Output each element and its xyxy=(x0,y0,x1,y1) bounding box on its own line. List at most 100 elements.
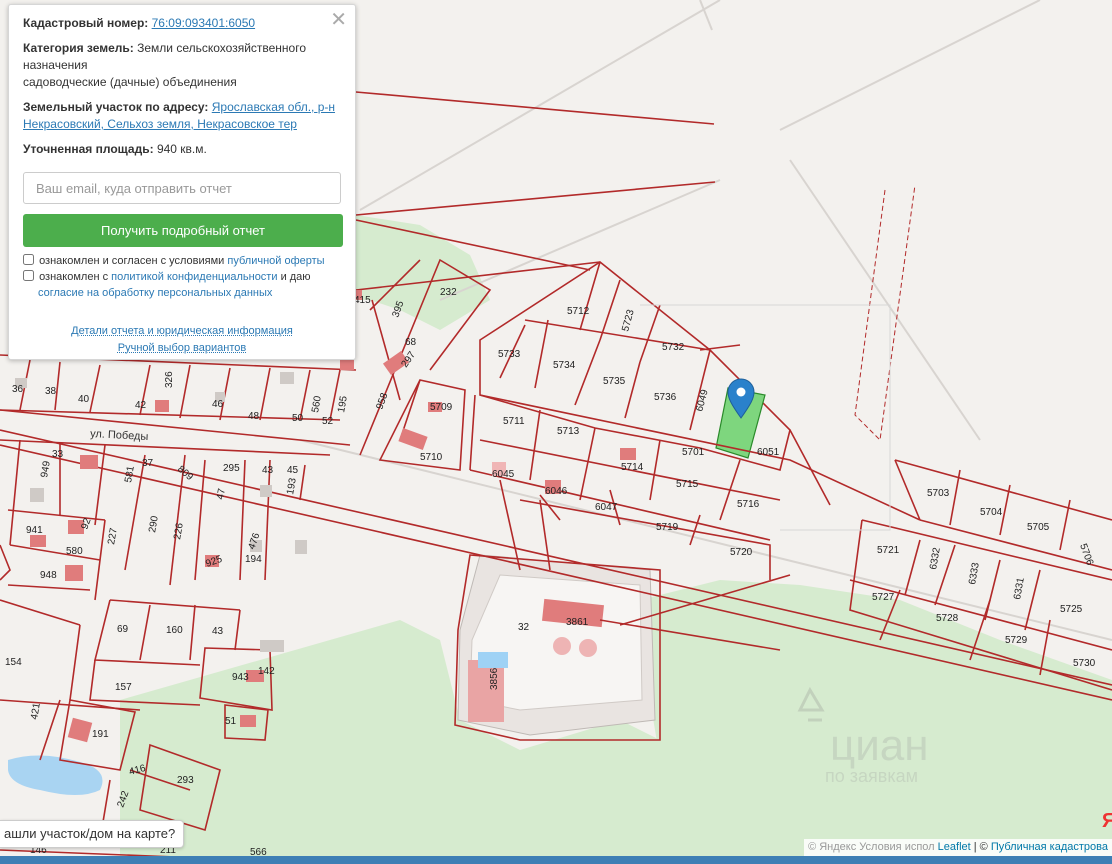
parcel-label: 580 xyxy=(66,546,83,557)
address-link-2[interactable]: Некрасовский, Сельхоз земля, Некрасовско… xyxy=(23,117,297,131)
parcel-label: 5710 xyxy=(420,452,443,463)
privacy-text-2: и даю xyxy=(280,271,311,283)
parcel-label: 5713 xyxy=(557,426,580,437)
parcel-label: 295 xyxy=(223,463,240,474)
parcel-label: 3861 xyxy=(566,617,589,628)
parcel-label: 33 xyxy=(52,449,64,460)
address-row: Земельный участок по адресу: Ярославская… xyxy=(23,99,341,133)
parcel-label: 943 xyxy=(232,672,249,683)
address-label: Земельный участок по адресу: xyxy=(23,100,209,114)
offer-consent: ознакомлен и согласен с условиями публич… xyxy=(23,253,341,301)
parcel-label: 326 xyxy=(164,371,175,388)
parcel-label: 948 xyxy=(40,570,57,581)
cadastral-number-link[interactable]: 76:09:093401:6050 xyxy=(152,16,255,30)
parcel-label: 160 xyxy=(166,625,183,636)
yandex-logo: Я xyxy=(1102,810,1112,832)
parcel-label: 3856 xyxy=(489,667,500,690)
map-attribution: © Яндекс Условия испол Leaflet | © Публи… xyxy=(804,839,1112,856)
consent-link[interactable]: согласие на обработку персональных данны… xyxy=(38,287,272,299)
parcel-label: 415 xyxy=(354,295,371,306)
parcel-label: 48 xyxy=(248,411,260,422)
parcel-label: 5716 xyxy=(737,499,760,510)
category-value-3: садоводческие (дачные) объединения xyxy=(23,75,237,89)
parcel-label: 154 xyxy=(5,657,22,668)
parcel-label: 5719 xyxy=(656,522,679,533)
category-value-1: Земли сельскохозяйственного xyxy=(137,41,307,55)
offer-link[interactable]: публичной оферты xyxy=(227,255,324,267)
parcel-label: 40 xyxy=(78,394,90,405)
parcel-label: 5720 xyxy=(730,547,753,558)
bottom-bar xyxy=(0,856,1112,864)
parcel-label: 5729 xyxy=(1005,635,1028,646)
parcel-label: 6045 xyxy=(492,469,515,480)
parcel-label: 5732 xyxy=(662,342,685,353)
category-row: Категория земель: Земли сельскохозяйстве… xyxy=(23,40,341,91)
parcel-label: 5704 xyxy=(980,507,1003,518)
parcel-label: 5727 xyxy=(872,592,895,603)
parcel-label: 52 xyxy=(322,416,334,427)
industrial-site xyxy=(457,554,656,736)
parcel-label: 5721 xyxy=(877,545,900,556)
parcel-label: 32 xyxy=(518,622,530,633)
area-row: Уточненная площадь: 940 кв.м. xyxy=(23,141,341,158)
area-value: 940 кв.м. xyxy=(156,142,207,156)
details-link[interactable]: Детали отчета и юридическая информация xyxy=(71,325,293,337)
privacy-checkbox[interactable] xyxy=(23,270,34,281)
parcel-label: 194 xyxy=(245,554,262,565)
parcel-label: 38 xyxy=(45,386,57,397)
parcel-label: 6051 xyxy=(757,447,780,458)
parcel-label: 293 xyxy=(177,775,194,786)
parcel-label: 5701 xyxy=(682,447,705,458)
parcel-label: 5733 xyxy=(498,349,521,360)
parcel-label: 5734 xyxy=(553,360,576,371)
parcel-label: 6046 xyxy=(545,486,568,497)
parcel-label: 5735 xyxy=(603,376,626,387)
privacy-text-1: ознакомлен с xyxy=(39,271,109,283)
email-input[interactable] xyxy=(23,172,341,204)
parcel-label: 69 xyxy=(117,624,129,635)
parcel-label: 45 xyxy=(287,465,299,476)
parcel-label: 5736 xyxy=(654,392,677,403)
parcel-label: 191 xyxy=(92,729,109,740)
parcel-label: 43 xyxy=(212,626,224,637)
parcel-label: 5703 xyxy=(927,488,950,499)
parcel-info-popup: ✕ Кадастровый номер: 76:09:093401:6050 К… xyxy=(8,4,356,360)
pkk-link[interactable]: Публичная кадастрова xyxy=(991,841,1108,853)
parcel-label: 37 xyxy=(142,458,154,469)
parcel-label: 46 xyxy=(212,399,224,410)
offer-checkbox[interactable] xyxy=(23,254,34,265)
parcel-label: 50 xyxy=(292,413,304,424)
watermark-text: циан xyxy=(830,721,929,770)
parcel-label: 43 xyxy=(262,465,274,476)
offer-text: ознакомлен и согласен с условиями xyxy=(39,255,225,267)
cadastral-label: Кадастровый номер: xyxy=(23,16,149,30)
attribution-yandex: © Яндекс Условия испол xyxy=(808,841,935,853)
address-link-1[interactable]: Ярославская обл., р-н xyxy=(212,100,335,114)
parcel-label: 157 xyxy=(115,682,132,693)
category-value-2: назначения xyxy=(23,58,88,72)
privacy-link[interactable]: политикой конфиденциальности xyxy=(111,271,277,283)
parcel-label: 5728 xyxy=(936,613,959,624)
parcel-label: 42 xyxy=(135,400,147,411)
parcel-label: 5714 xyxy=(621,462,644,473)
parcel-label: 36 xyxy=(12,384,24,395)
parcel-label: 142 xyxy=(258,666,275,677)
parcel-label: 232 xyxy=(440,287,457,298)
parcel-label: 5711 xyxy=(503,416,525,427)
parcel-label: 68 xyxy=(405,337,417,348)
found-parcel-button[interactable]: ашли участок/дом на карте? xyxy=(0,820,185,848)
attribution-separator: | © xyxy=(970,841,991,853)
area-label: Уточненная площадь: xyxy=(23,142,154,156)
watermark-subtext: по заявкам xyxy=(825,766,918,786)
popup-footer-links: Детали отчета и юридическая информация Р… xyxy=(23,323,341,357)
manual-choice-link[interactable]: Ручной выбор вариантов xyxy=(118,342,246,354)
leaflet-link[interactable]: Leaflet xyxy=(938,841,971,853)
parcel-label: 5705 xyxy=(1027,522,1050,533)
cadastral-row: Кадастровый номер: 76:09:093401:6050 xyxy=(23,15,341,32)
parcel-label: 941 xyxy=(26,525,43,536)
parcel-label: 5730 xyxy=(1073,658,1096,669)
parcel-label: 5709 xyxy=(430,402,453,413)
close-icon[interactable]: ✕ xyxy=(330,9,347,31)
get-report-button[interactable]: Получить подробный отчет xyxy=(23,214,343,247)
parcel-label: 5715 xyxy=(676,479,699,490)
